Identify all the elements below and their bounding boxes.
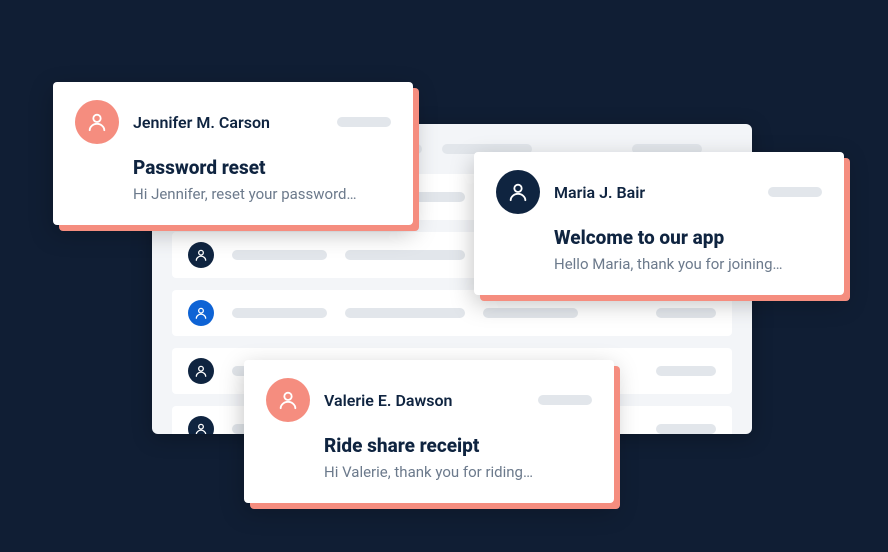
list-item[interactable] xyxy=(172,290,732,336)
placeholder-bar xyxy=(232,250,327,260)
email-card[interactable]: Valerie E. Dawson Ride share receipt Hi … xyxy=(244,360,614,503)
placeholder-bar xyxy=(345,308,465,318)
person-icon xyxy=(188,416,214,434)
email-sender: Jennifer M. Carson xyxy=(133,113,270,132)
email-card[interactable]: Jennifer M. Carson Password reset Hi Jen… xyxy=(53,82,413,225)
email-preview: Hi Valerie, thank you for riding… xyxy=(324,463,592,481)
placeholder-bar xyxy=(768,187,822,197)
person-icon xyxy=(75,100,119,144)
placeholder-bar xyxy=(656,308,716,318)
email-sender: Valerie E. Dawson xyxy=(324,391,452,410)
email-subject: Password reset xyxy=(133,156,391,179)
placeholder-bar xyxy=(345,250,465,260)
email-subject: Welcome to our app xyxy=(554,226,822,249)
email-card-header: Jennifer M. Carson xyxy=(75,100,391,144)
placeholder-bar xyxy=(232,308,327,318)
person-icon xyxy=(188,300,214,326)
email-subject: Ride share receipt xyxy=(324,434,592,457)
email-sender: Maria J. Bair xyxy=(554,183,645,202)
email-preview: Hi Jennifer, reset your password… xyxy=(133,185,391,203)
placeholder-bar xyxy=(656,424,716,434)
email-card[interactable]: Maria J. Bair Welcome to our app Hello M… xyxy=(474,152,844,295)
placeholder-bar xyxy=(656,366,716,376)
email-preview: Hello Maria, thank you for joining… xyxy=(554,255,822,273)
placeholder-bar xyxy=(538,395,592,405)
placeholder-bar xyxy=(483,308,578,318)
person-icon xyxy=(188,358,214,384)
person-icon xyxy=(266,378,310,422)
placeholder-bar xyxy=(337,117,391,127)
email-card-header: Valerie E. Dawson xyxy=(266,378,592,422)
email-card-header: Maria J. Bair xyxy=(496,170,822,214)
person-icon xyxy=(188,242,214,268)
person-icon xyxy=(496,170,540,214)
